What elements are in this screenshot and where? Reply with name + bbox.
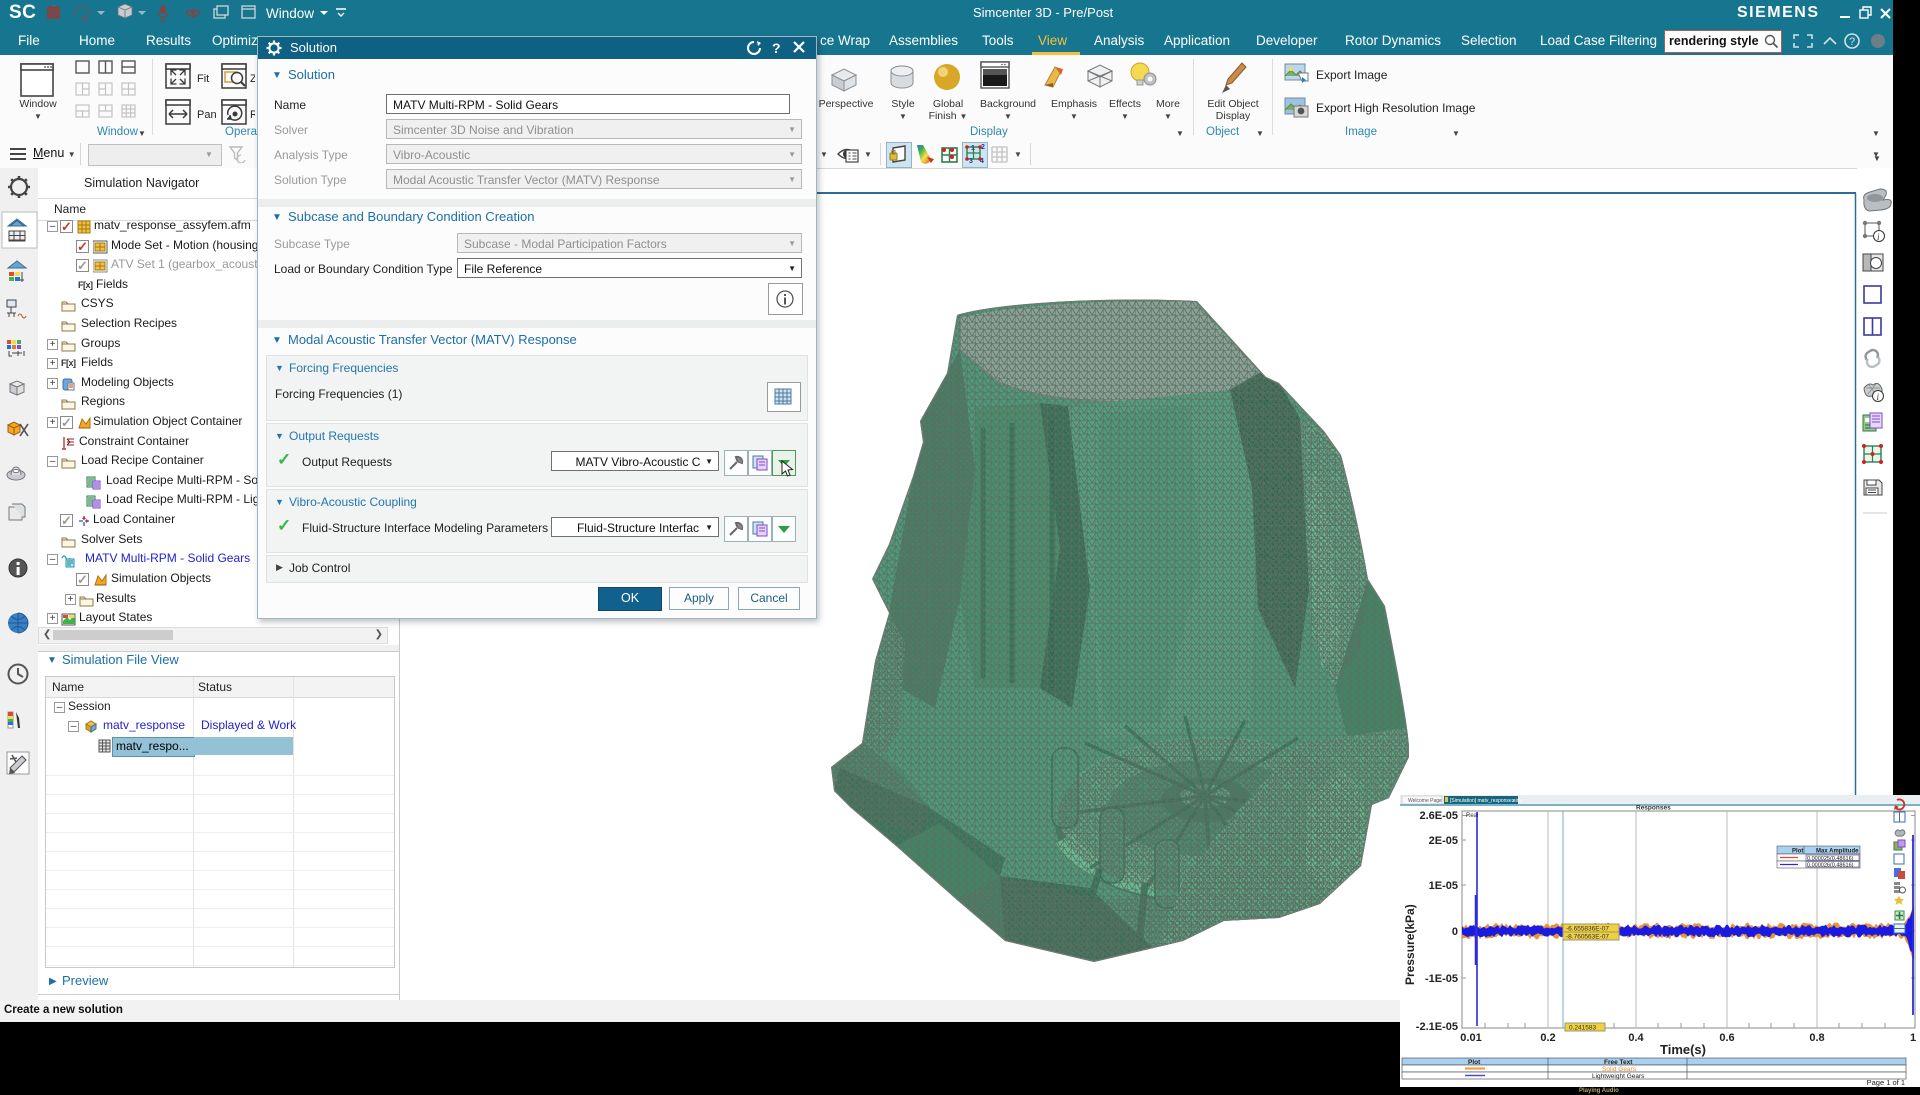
svg-text:1: 1 [1910,1032,1916,1044]
svg-text:?: ? [1849,36,1855,48]
svg-text:0.4: 0.4 [1628,1032,1644,1044]
svg-text:Solid Gears: Solid Gears [1602,1066,1637,1073]
svg-text:2.6E-05: 2.6E-05 [1419,810,1458,822]
svg-text:0: 0 [1452,926,1458,938]
svg-text:Pressure(kPa): Pressure(kPa) [1403,904,1417,985]
svg-text:0.8: 0.8 [1809,1032,1824,1044]
svg-text:Page 1 of 1: Page 1 of 1 [1867,1078,1905,1087]
svg-text:Lightweight Gears: Lightweight Gears [1592,1073,1645,1080]
svg-text:Free Text: Free Text [1604,1059,1633,1066]
svg-text:0.000026(0.48616): 0.000026(0.48616) [1807,862,1854,868]
svg-text:0.2: 0.2 [1540,1032,1555,1044]
svg-text:Time(s): Time(s) [1660,1042,1706,1057]
svg-text:Fit: Fit [197,73,209,85]
svg-text:2: 2 [981,144,985,151]
svg-text:-8.760563E-07: -8.760563E-07 [1566,934,1609,941]
svg-text:Plot: Plot [1792,849,1803,855]
svg-text:-2.1E-05: -2.1E-05 [1416,1021,1458,1033]
svg-text:1: 1 [971,145,975,152]
svg-text:?: ? [772,40,781,56]
svg-text:0.241583: 0.241583 [1569,1025,1596,1032]
svg-text:R: R [250,109,255,121]
svg-text:Responses: Responses [1636,805,1671,812]
svg-text:Max Amplitude: Max Amplitude [1816,849,1859,855]
svg-text:0.6: 0.6 [1719,1032,1734,1044]
svg-text:Window: Window [266,6,314,21]
svg-text:2E-05: 2E-05 [1429,835,1458,847]
svg-text:Plot: Plot [1468,1059,1481,1066]
svg-text:1E-05: 1E-05 [1429,880,1458,892]
svg-text:4: 4 [980,158,984,164]
svg-text:0.01: 0.01 [1460,1032,1481,1044]
svg-text:Welcome Page: Welcome Page [1408,798,1442,804]
svg-text:[Simulation] matv_response.sim: [Simulation] matv_response.sim [1450,798,1521,804]
svg-text:Z: Z [250,73,255,85]
svg-text:Pan: Pan [197,109,217,121]
svg-text:-1E-05: -1E-05 [1425,973,1458,985]
svg-text:3: 3 [969,158,973,164]
svg-text:-6.655836E-07: -6.655836E-07 [1566,926,1609,933]
